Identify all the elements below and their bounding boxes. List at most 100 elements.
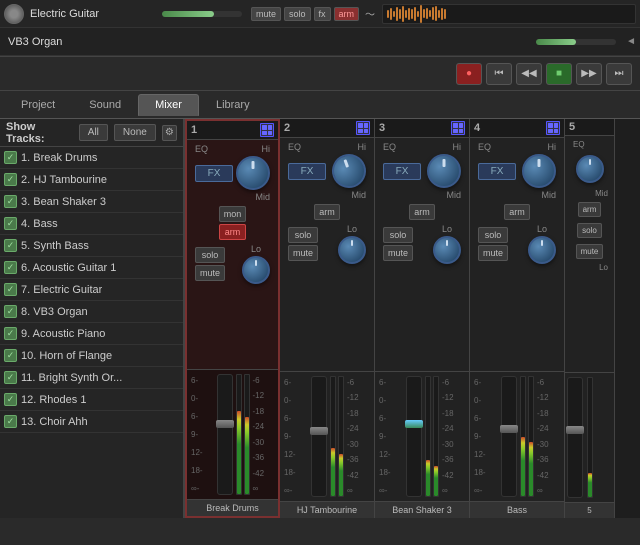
track-checkbox-9[interactable]: [4, 327, 17, 340]
channel-grid-icon-4[interactable]: [546, 121, 560, 135]
mid-label-3: Mid: [379, 190, 465, 200]
list-item[interactable]: 9. Acoustic Piano: [0, 323, 183, 345]
fx-btn-ch3[interactable]: FX: [383, 163, 421, 180]
eq-label-4: EQHi: [474, 142, 560, 152]
fader-track-1[interactable]: [217, 374, 233, 495]
eq-knob-5[interactable]: [576, 155, 604, 183]
mute-btn-ch2[interactable]: mute: [288, 245, 318, 261]
arm-btn-guitar[interactable]: arm: [334, 7, 360, 21]
channel-label-2: HJ Tambourine: [280, 501, 374, 518]
arm-btn-1[interactable]: arm: [219, 224, 247, 240]
fx-btn-ch1[interactable]: FX: [195, 165, 233, 182]
fader-handle-4[interactable]: [500, 425, 518, 433]
solo-btn-guitar[interactable]: solo: [284, 7, 311, 21]
mon-btn-1[interactable]: mon: [219, 206, 247, 222]
arm-btn-4[interactable]: arm: [504, 204, 530, 220]
fader-scale-3: 6-0-6-9-12-18-∞-: [379, 376, 391, 497]
list-item[interactable]: 12. Rhodes 1: [0, 389, 183, 411]
fader-handle-5[interactable]: [566, 426, 584, 434]
list-item[interactable]: 1. Break Drums: [0, 147, 183, 169]
list-item[interactable]: 6. Acoustic Guitar 1: [0, 257, 183, 279]
arm-btn-5[interactable]: arm: [578, 202, 602, 217]
mute-btn-ch5[interactable]: mute: [576, 244, 604, 259]
mute-btn-ch1[interactable]: mute: [195, 265, 225, 281]
fwd-btn[interactable]: ▶▶: [576, 63, 602, 85]
fader-handle-2[interactable]: [310, 427, 328, 435]
list-item[interactable]: 2. HJ Tambourine: [0, 169, 183, 191]
track-checkbox-10[interactable]: [4, 349, 17, 362]
eq-hi-knob-3[interactable]: [427, 154, 461, 188]
mute-btn-ch4[interactable]: mute: [478, 245, 508, 261]
track-checkbox-13[interactable]: [4, 415, 17, 428]
list-item[interactable]: 8. VB3 Organ: [0, 301, 183, 323]
fader-scale-right-2: -6-12-18-24-30-36-42∞: [347, 376, 359, 497]
solo-btn-ch2[interactable]: solo: [288, 227, 318, 243]
eq-lo-knob-2[interactable]: [338, 236, 366, 264]
track-checkbox-8[interactable]: [4, 305, 17, 318]
record-btn[interactable]: ●: [456, 63, 482, 85]
solo-btn-ch3[interactable]: solo: [383, 227, 413, 243]
channel-header-1: 1: [187, 121, 278, 140]
eq-hi-knob-4[interactable]: [522, 154, 556, 188]
solo-btn-ch5[interactable]: solo: [577, 223, 602, 238]
none-btn[interactable]: None: [114, 124, 156, 141]
fx-btn-guitar[interactable]: fx: [314, 7, 331, 21]
fader-track-5[interactable]: [567, 377, 583, 498]
mute-btn-guitar[interactable]: mute: [251, 7, 281, 21]
list-item[interactable]: 13. Choir Ahh: [0, 411, 183, 433]
play-btn[interactable]: ■: [546, 63, 572, 85]
track-checkbox-12[interactable]: [4, 393, 17, 406]
track-checkbox-5[interactable]: [4, 239, 17, 252]
tab-mixer[interactable]: Mixer: [138, 94, 199, 116]
eq-lo-knob-3[interactable]: [433, 236, 461, 264]
channel-grid-icon-1[interactable]: [260, 123, 274, 137]
knob-area-5: EQ Mid arm solo mute Lo: [565, 136, 614, 372]
list-item[interactable]: 4. Bass: [0, 213, 183, 235]
track-checkbox-2[interactable]: [4, 173, 17, 186]
track-checkbox-1[interactable]: [4, 151, 17, 164]
fx-btn-ch2[interactable]: FX: [288, 163, 326, 180]
fader-track-3[interactable]: [406, 376, 422, 497]
track-checkbox-3[interactable]: [4, 195, 17, 208]
list-item[interactable]: 10. Horn of Flange: [0, 345, 183, 367]
fx-btn-ch4[interactable]: FX: [478, 163, 516, 180]
list-item[interactable]: 11. Bright Synth Or...: [0, 367, 183, 389]
fader-track-4[interactable]: [501, 376, 517, 497]
meter-bar-1a: [236, 374, 242, 495]
channel-grid-icon-2[interactable]: [356, 121, 370, 135]
fader-handle-1[interactable]: [216, 420, 234, 428]
list-item[interactable]: 5. Synth Bass: [0, 235, 183, 257]
list-item[interactable]: 7. Electric Guitar: [0, 279, 183, 301]
arm-btn-2[interactable]: arm: [314, 204, 340, 220]
fader-area-5: [565, 372, 614, 502]
tab-sound[interactable]: Sound: [72, 94, 138, 116]
vb3-arrow: ◄: [626, 36, 636, 47]
channel-grid-icon-3[interactable]: [451, 121, 465, 135]
eq-hi-knob-2[interactable]: [327, 149, 371, 193]
solo-btn-ch1[interactable]: solo: [195, 247, 225, 263]
channel-label-1: Break Drums: [187, 499, 278, 516]
solo-btn-ch4[interactable]: solo: [478, 227, 508, 243]
all-btn[interactable]: All: [79, 124, 108, 141]
track-checkbox-6[interactable]: [4, 261, 17, 274]
track-checkbox-11[interactable]: [4, 371, 17, 384]
arm-btn-3[interactable]: arm: [409, 204, 435, 220]
track-fader-vb3[interactable]: [536, 39, 616, 45]
eq-hi-knob-1[interactable]: [236, 156, 270, 190]
channel-label-4: Bass: [470, 501, 564, 518]
rwd-btn[interactable]: ◀◀: [516, 63, 542, 85]
track-checkbox-4[interactable]: [4, 217, 17, 230]
eq-lo-knob-1[interactable]: [242, 256, 270, 284]
gear-icon[interactable]: ⚙: [162, 125, 177, 141]
track-checkbox-7[interactable]: [4, 283, 17, 296]
mute-btn-ch3[interactable]: mute: [383, 245, 413, 261]
track-fader-guitar[interactable]: [162, 11, 242, 17]
fader-track-2[interactable]: [311, 376, 327, 497]
fader-handle-3[interactable]: [405, 420, 423, 428]
end-btn[interactable]: ⏭: [606, 63, 632, 85]
tab-library[interactable]: Library: [199, 94, 267, 116]
tab-project[interactable]: Project: [4, 94, 72, 116]
list-item[interactable]: 3. Bean Shaker 3: [0, 191, 183, 213]
prev-btn[interactable]: ⏮: [486, 63, 512, 85]
eq-lo-knob-4[interactable]: [528, 236, 556, 264]
